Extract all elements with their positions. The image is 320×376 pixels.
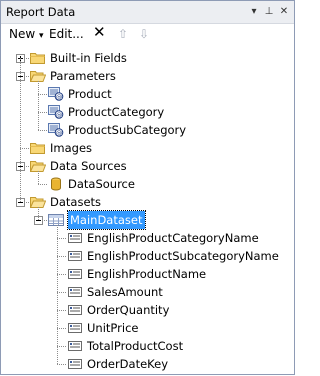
- parameter-icon: @: [48, 123, 64, 137]
- field-icon: [67, 285, 83, 299]
- tree-node-label: Datasets: [50, 195, 102, 209]
- pin-icon[interactable]: ⊥: [262, 4, 276, 19]
- tree-node-label: OrderQuantity: [87, 303, 170, 317]
- window-title: Report Data: [6, 5, 76, 19]
- tree-connector-line: [38, 94, 47, 95]
- svg-text:@: @: [56, 93, 63, 101]
- edit-button[interactable]: Edit...: [49, 27, 84, 41]
- field-icon: [67, 339, 83, 353]
- new-button[interactable]: New ▾: [9, 27, 44, 43]
- field-icon: [67, 357, 83, 371]
- parameter-icon: @: [48, 87, 64, 101]
- datasource-icon: [48, 177, 64, 191]
- tree-node-label: DataSource: [68, 177, 135, 191]
- title-bar: Report Data ▾ ⊥ ✕: [1, 1, 294, 24]
- tree-connector-line: [57, 310, 66, 311]
- tree-connector-line: [20, 58, 21, 202]
- close-icon[interactable]: ✕: [277, 4, 291, 19]
- tree-node-label: EnglishProductName: [87, 267, 207, 281]
- tree-connector-line: [38, 112, 47, 113]
- tree-node-label: Parameters: [50, 69, 116, 83]
- tree-node-label: EnglishProductSubcategoryName: [87, 249, 279, 263]
- move-up-icon[interactable]: ⇧: [118, 27, 128, 41]
- folder-icon: [30, 141, 46, 155]
- delete-icon[interactable]: ✕: [93, 25, 106, 40]
- tree-node-label: SalesAmount: [87, 285, 163, 299]
- tree-connector-line: [57, 292, 66, 293]
- tree-connector-line: [20, 148, 29, 149]
- field-icon: [67, 231, 83, 245]
- field-icon: [67, 249, 83, 263]
- tree-connector-line: [38, 130, 47, 131]
- svg-text:@: @: [56, 111, 63, 119]
- new-dropdown-icon: ▾: [39, 31, 44, 41]
- tree-node-label: OrderDateKey: [87, 357, 169, 371]
- new-button-label: New: [9, 27, 36, 41]
- field-icon: [67, 321, 83, 335]
- tree-node-label: Product: [68, 87, 112, 101]
- tree-connector-line: [57, 328, 66, 329]
- window-menu-dropdown-icon[interactable]: ▾: [247, 4, 261, 19]
- svg-text:@: @: [56, 129, 63, 137]
- tree-node-label: MainDataset: [67, 210, 146, 230]
- tree-node-label: Data Sources: [50, 159, 127, 173]
- tree-connector-line: [57, 364, 66, 365]
- tree-node-label: ProductCategory: [68, 105, 165, 119]
- tree-node-label: TotalProductCost: [87, 339, 184, 353]
- report-data-window: Report Data ▾ ⊥ ✕ New ▾ Edit... ✕ ⇧ ⇩ Bu…: [0, 0, 295, 375]
- tree-node-label: EnglishProductCategoryName: [87, 231, 259, 245]
- field-icon: [67, 303, 83, 317]
- tree-node-label: UnitPrice: [87, 321, 139, 335]
- tree-node-label: Images: [50, 141, 93, 155]
- report-data-tree: Built-in Fields Parameters @ Product @ Produc…: [1, 45, 294, 374]
- tree-connector-line: [38, 81, 39, 130]
- dataset-icon: [48, 213, 64, 227]
- tree-connector-line: [38, 171, 39, 184]
- tree-node-label: ProductSubCategory: [68, 123, 187, 137]
- tree-connector-line: [57, 238, 66, 239]
- tree-connector-line: [57, 225, 58, 364]
- tree-connector-line: [57, 274, 66, 275]
- folder-icon: [30, 51, 46, 65]
- tree-connector-line: [57, 256, 66, 257]
- move-down-icon[interactable]: ⇩: [139, 27, 149, 41]
- tree-node-label: Built-in Fields: [50, 51, 127, 65]
- tree-connector-line: [38, 207, 39, 220]
- toolbar: New ▾ Edit... ✕ ⇧ ⇩: [1, 24, 294, 44]
- tree-connector-line: [57, 346, 66, 347]
- parameter-icon: @: [48, 105, 64, 119]
- tree-connector-line: [38, 184, 47, 185]
- field-icon: [67, 267, 83, 281]
